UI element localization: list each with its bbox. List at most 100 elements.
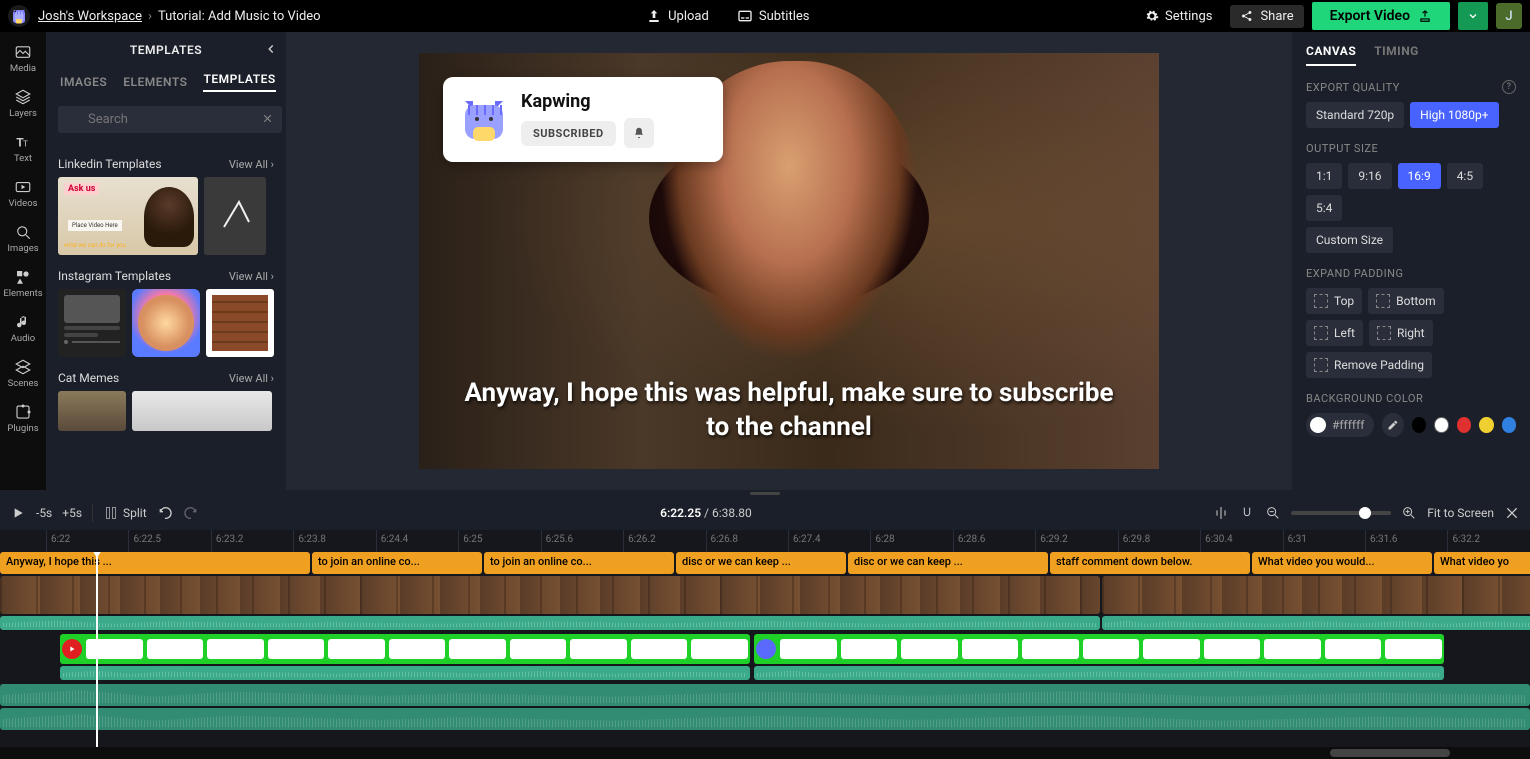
timeline-tracks[interactable]: Anyway, I hope this ...to join an online… — [0, 552, 1530, 747]
playhead[interactable] — [96, 552, 98, 747]
fit-to-screen[interactable]: Fit to Screen — [1427, 506, 1494, 520]
quality-720p[interactable]: Standard 720p — [1306, 102, 1404, 128]
subtitle-clip[interactable]: What video yo — [1434, 552, 1530, 574]
upload-label: Upload — [668, 9, 709, 24]
template-card[interactable] — [206, 289, 274, 357]
export-dropdown-button[interactable] — [1458, 2, 1488, 30]
template-card[interactable] — [132, 289, 200, 357]
magnet-icon[interactable] — [1239, 505, 1255, 521]
help-icon[interactable]: ? — [1502, 80, 1516, 94]
ruler-tick: 6:29.8 — [1118, 530, 1200, 552]
subtitles-label: Subtitles — [759, 9, 810, 24]
viewall-link[interactable]: View All › — [229, 270, 274, 283]
current-color[interactable]: #ffffff — [1306, 413, 1374, 437]
snap-icon[interactable] — [1213, 505, 1229, 521]
sidebar-tab-elements[interactable]: ELEMENTS — [123, 75, 187, 89]
size-1-1[interactable]: 1:1 — [1306, 163, 1342, 189]
play-button[interactable] — [10, 505, 26, 521]
search-input[interactable] — [58, 106, 282, 133]
subtitle-clip[interactable]: to join an online co... — [484, 552, 674, 574]
color-black[interactable] — [1412, 417, 1426, 433]
rail-text[interactable]: TTText — [1, 128, 45, 169]
subtitle-text: Anyway, I hope this was helpful, make su… — [456, 377, 1122, 445]
color-blue[interactable] — [1502, 417, 1516, 433]
size-5-4[interactable]: 5:4 — [1306, 195, 1342, 221]
subtitle-clip[interactable]: Anyway, I hope this ... — [0, 552, 310, 574]
pad-bottom[interactable]: Bottom — [1368, 288, 1443, 314]
fwd-5s[interactable]: +5s — [62, 506, 82, 520]
rp-tab-timing[interactable]: TIMING — [1374, 44, 1419, 66]
ruler-tick: 6:25.6 — [541, 530, 623, 552]
rail-scenes[interactable]: Scenes — [1, 353, 45, 394]
rail-images[interactable]: Images — [1, 218, 45, 259]
size-9-16[interactable]: 9:16 — [1348, 163, 1391, 189]
sidebar-tab-templates[interactable]: TEMPLATES — [203, 72, 275, 92]
subtitle-clip[interactable]: staff comment down below. — [1050, 552, 1250, 574]
timeline-ruler[interactable]: 6:226:22.56:23.26:23.86:24.46:256:25.66:… — [0, 530, 1530, 552]
logo-icon[interactable] — [8, 5, 30, 27]
share-label: Share — [1260, 9, 1293, 24]
split-button[interactable]: Split — [103, 505, 147, 521]
rail-audio[interactable]: Audio — [1, 308, 45, 349]
zoom-in-icon[interactable] — [1401, 505, 1417, 521]
template-card[interactable] — [132, 391, 272, 431]
export-button[interactable]: Export Video — [1312, 2, 1450, 30]
undo-button[interactable] — [157, 505, 173, 521]
viewall-link[interactable]: View All › — [229, 372, 274, 385]
template-card[interactable] — [204, 177, 266, 255]
rail-elements[interactable]: Elements — [1, 263, 45, 304]
rp-tab-canvas[interactable]: CANVAS — [1306, 44, 1356, 66]
subtitle-clip[interactable]: What video you would... — [1252, 552, 1432, 574]
pad-top[interactable]: Top — [1306, 288, 1362, 314]
custom-size-button[interactable]: Custom Size — [1306, 227, 1393, 253]
subscribed-button[interactable]: SUBSCRIBED — [521, 121, 616, 146]
ruler-tick: 6:31 — [1283, 530, 1365, 552]
clear-search-icon[interactable] — [261, 112, 274, 125]
rail-layers[interactable]: Layers — [1, 83, 45, 124]
pad-left[interactable]: Left — [1306, 320, 1363, 346]
eyedropper-button[interactable] — [1382, 413, 1404, 437]
user-avatar[interactable]: J — [1496, 3, 1522, 29]
zoom-slider[interactable] — [1291, 511, 1391, 515]
tpl-section-title: Cat Memes — [58, 371, 119, 385]
bg-color-label: BACKGROUND COLOR — [1306, 392, 1516, 405]
sidebar-tab-images[interactable]: IMAGES — [60, 75, 107, 89]
subtitle-clip[interactable]: to join an online co... — [312, 552, 482, 574]
timeline-hscroll[interactable] — [0, 747, 1530, 759]
bell-button[interactable] — [624, 118, 654, 148]
close-timeline-icon[interactable] — [1504, 505, 1520, 521]
upload-button[interactable]: Upload — [636, 4, 719, 28]
breadcrumb-workspace[interactable]: Josh's Workspace — [38, 9, 142, 24]
redo-button[interactable] — [183, 505, 199, 521]
rail-videos[interactable]: Videos — [1, 173, 45, 214]
breadcrumb-project: Tutorial: Add Music to Video — [158, 9, 321, 24]
overlay-clip[interactable] — [754, 634, 1444, 664]
color-yellow[interactable] — [1479, 417, 1493, 433]
rail-plugins[interactable]: Plugins — [1, 398, 45, 439]
template-card[interactable]: Ask usPlace Video Herewhat we can do for… — [58, 177, 198, 255]
sidebar: TEMPLATES IMAGES ELEMENTS TEMPLATES Go L… — [46, 32, 286, 490]
viewall-link[interactable]: View All › — [229, 158, 274, 171]
subtitle-clip[interactable]: disc or we can keep ... — [848, 552, 1048, 574]
video-canvas[interactable]: Kapwing SUBSCRIBED Anyway, I hope this w… — [419, 53, 1159, 469]
remove-padding[interactable]: Remove Padding — [1306, 352, 1432, 378]
overlay-clip[interactable] — [60, 634, 750, 664]
back-5s[interactable]: -5s — [36, 506, 52, 520]
color-white[interactable] — [1434, 417, 1449, 433]
template-card[interactable] — [58, 391, 126, 431]
sidebar-collapse-button[interactable] — [264, 42, 278, 59]
pad-right[interactable]: Right — [1369, 320, 1433, 346]
subtitles-button[interactable]: Subtitles — [727, 4, 820, 28]
subtitle-clip[interactable]: disc or we can keep ... — [676, 552, 846, 574]
settings-button[interactable]: Settings — [1135, 5, 1222, 28]
template-card[interactable] — [58, 289, 126, 357]
size-16-9[interactable]: 16:9 — [1398, 163, 1441, 189]
video-track[interactable] — [0, 576, 1530, 614]
rail-media[interactable]: Media — [1, 38, 45, 79]
color-red[interactable] — [1457, 417, 1471, 433]
ruler-tick: 6:22.5 — [128, 530, 210, 552]
share-button[interactable]: Share — [1230, 5, 1303, 28]
zoom-out-icon[interactable] — [1265, 505, 1281, 521]
size-4-5[interactable]: 4:5 — [1447, 163, 1483, 189]
quality-1080p[interactable]: High 1080p+ — [1410, 102, 1498, 128]
